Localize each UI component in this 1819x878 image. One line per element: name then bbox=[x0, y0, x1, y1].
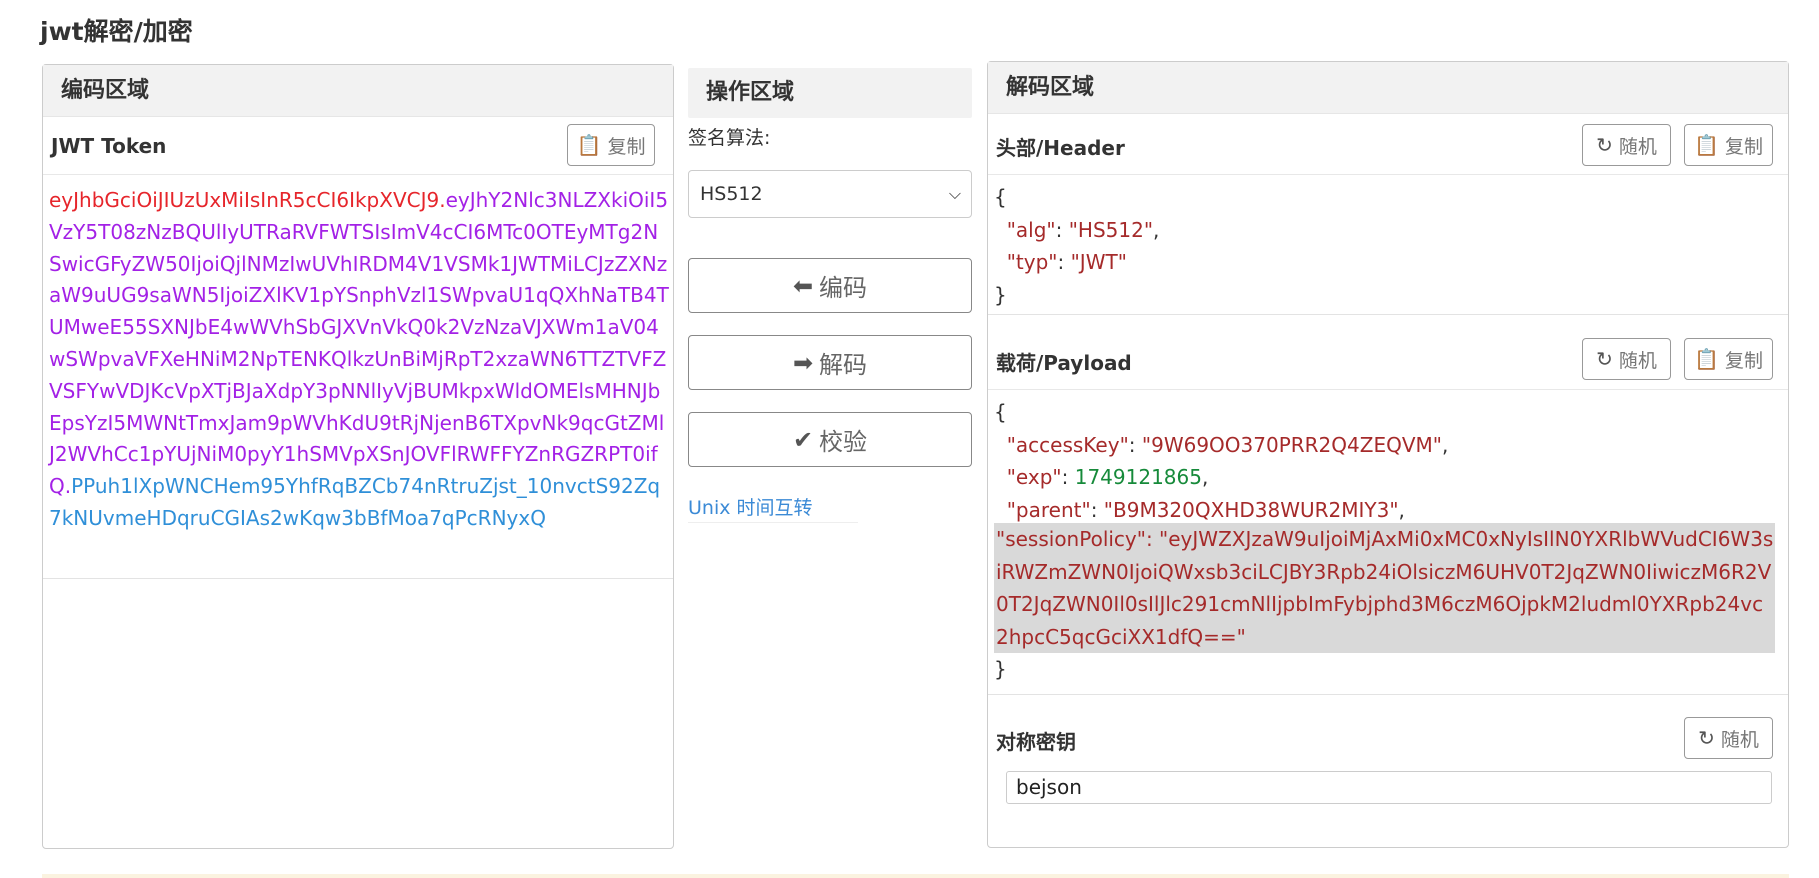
refresh-icon: ↻ bbox=[1596, 133, 1613, 157]
arrow-left-icon: ⬅ bbox=[792, 271, 814, 300]
encode-button-label: 编码 bbox=[819, 274, 868, 302]
refresh-icon: ↻ bbox=[1596, 347, 1613, 371]
json-value: "B9M320QXHD38WUR2MIY3" bbox=[1103, 497, 1399, 522]
copy-header-button[interactable]: 📋 复制 bbox=[1684, 124, 1773, 166]
payload-section-bar: 载荷/Payload ↻ 随机 📋 复制 bbox=[988, 328, 1788, 390]
random-payload-button[interactable]: ↻ 随机 bbox=[1582, 338, 1671, 380]
token-payload-part: eyJhY2Nlc3NLZXkiOiI5VzY5T08zNzBQUlIyUTRa… bbox=[49, 188, 669, 499]
random-secret-label: 随机 bbox=[1720, 728, 1759, 751]
token-header-part: eyJhbGciOiJIUzUxMiIsInR5cCI6IkpXVCJ9 bbox=[49, 188, 440, 212]
brace: } bbox=[994, 282, 1007, 307]
random-header-label: 随机 bbox=[1618, 135, 1657, 158]
payload-json[interactable]: { "accessKey": "9W69OO370PRR2Q4ZEQVM", "… bbox=[994, 396, 1448, 526]
payload-label: 载荷/Payload bbox=[996, 351, 1132, 375]
algorithm-select[interactable]: HS512 ⌵ bbox=[688, 170, 972, 218]
clipboard-icon: 📋 bbox=[576, 133, 602, 157]
json-value: "HS512" bbox=[1068, 217, 1154, 242]
decode-panel: 解码区域 头部/Header ↻ 随机 📋 复制 { "alg": "HS512… bbox=[987, 61, 1789, 848]
token-divider bbox=[43, 578, 673, 579]
refresh-icon: ↻ bbox=[1698, 726, 1715, 750]
decode-button[interactable]: ➡ 解码 bbox=[688, 335, 972, 390]
json-value: 1749121865 bbox=[1074, 465, 1202, 489]
chevron-down-icon: ⌵ bbox=[948, 184, 961, 203]
copy-token-button[interactable]: 📋 复制 bbox=[567, 124, 655, 166]
verify-button[interactable]: ✔ 校验 bbox=[688, 412, 972, 467]
clipboard-icon: 📋 bbox=[1694, 347, 1719, 371]
arrow-right-icon: ➡ bbox=[792, 348, 814, 377]
jwt-token-label: JWT Token bbox=[51, 134, 167, 158]
copy-payload-label: 复制 bbox=[1724, 349, 1763, 372]
session-policy-line[interactable]: "sessionPolicy": "eyJWZXJzaW9uIjoiMjAxMi… bbox=[994, 523, 1775, 653]
jwt-token-header: JWT Token 📋 复制 bbox=[43, 117, 673, 175]
divider bbox=[988, 694, 1788, 695]
operations-panel-title: 操作区域 bbox=[688, 68, 972, 118]
copy-token-label: 复制 bbox=[607, 135, 646, 158]
encode-button[interactable]: ⬅ 编码 bbox=[688, 258, 972, 313]
encode-panel: 编码区域 JWT Token 📋 复制 eyJhbGciOiJIUzUxMiIs… bbox=[42, 64, 674, 849]
json-key: "accessKey" bbox=[1006, 432, 1129, 457]
random-header-button[interactable]: ↻ 随机 bbox=[1582, 124, 1671, 166]
check-icon: ✔ bbox=[792, 425, 814, 454]
unix-time-link[interactable]: Unix 时间互转 bbox=[688, 493, 858, 523]
random-secret-button[interactable]: ↻ 随机 bbox=[1684, 717, 1773, 759]
page-title: jwt解密/加密 bbox=[40, 17, 193, 46]
decode-panel-title: 解码区域 bbox=[988, 62, 1788, 114]
json-key: "alg" bbox=[1006, 217, 1056, 242]
encode-panel-title: 编码区域 bbox=[43, 65, 673, 117]
operations-panel: 操作区域 签名算法: HS512 ⌵ ⬅ 编码 ➡ 解码 ✔ 校验 Unix 时… bbox=[688, 68, 972, 523]
json-value: "JWT" bbox=[1070, 250, 1127, 274]
jwt-token-text[interactable]: eyJhbGciOiJIUzUxMiIsInR5cCI6IkpXVCJ9.eyJ… bbox=[49, 185, 669, 535]
json-key: "parent" bbox=[1006, 497, 1091, 522]
brace: { bbox=[994, 400, 1007, 424]
token-signature-part: PPuh1lXpWNCHem95YhfRqBZCb74nRtruZjst_10n… bbox=[49, 474, 661, 530]
divider bbox=[988, 314, 1788, 315]
bottom-strip bbox=[42, 874, 1789, 878]
verify-button-label: 校验 bbox=[819, 428, 868, 456]
payload-close: } bbox=[994, 653, 1007, 686]
brace: } bbox=[994, 657, 1007, 681]
secret-label: 对称密钥 bbox=[996, 730, 1076, 754]
random-payload-label: 随机 bbox=[1618, 349, 1657, 372]
header-json[interactable]: { "alg": "HS512", "typ": "JWT" } bbox=[994, 181, 1159, 311]
algorithm-selected: HS512 bbox=[700, 183, 763, 205]
json-value: "9W69OO370PRR2Q4ZEQVM" bbox=[1141, 432, 1442, 457]
algorithm-label: 签名算法: bbox=[688, 127, 771, 149]
copy-header-label: 复制 bbox=[1724, 135, 1763, 158]
copy-payload-button[interactable]: 📋 复制 bbox=[1684, 338, 1773, 380]
secret-input[interactable]: bejson bbox=[1006, 771, 1772, 804]
session-policy-text: "sessionPolicy": "eyJWZXJzaW9uIjoiMjAxMi… bbox=[996, 527, 1774, 649]
decode-button-label: 解码 bbox=[819, 351, 868, 379]
brace: { bbox=[994, 185, 1007, 209]
clipboard-icon: 📋 bbox=[1694, 133, 1719, 157]
json-key: "typ" bbox=[1006, 250, 1058, 274]
header-section-bar: 头部/Header ↻ 随机 📋 复制 bbox=[988, 114, 1788, 175]
header-label: 头部/Header bbox=[996, 136, 1125, 160]
json-key: "exp" bbox=[1006, 465, 1062, 489]
